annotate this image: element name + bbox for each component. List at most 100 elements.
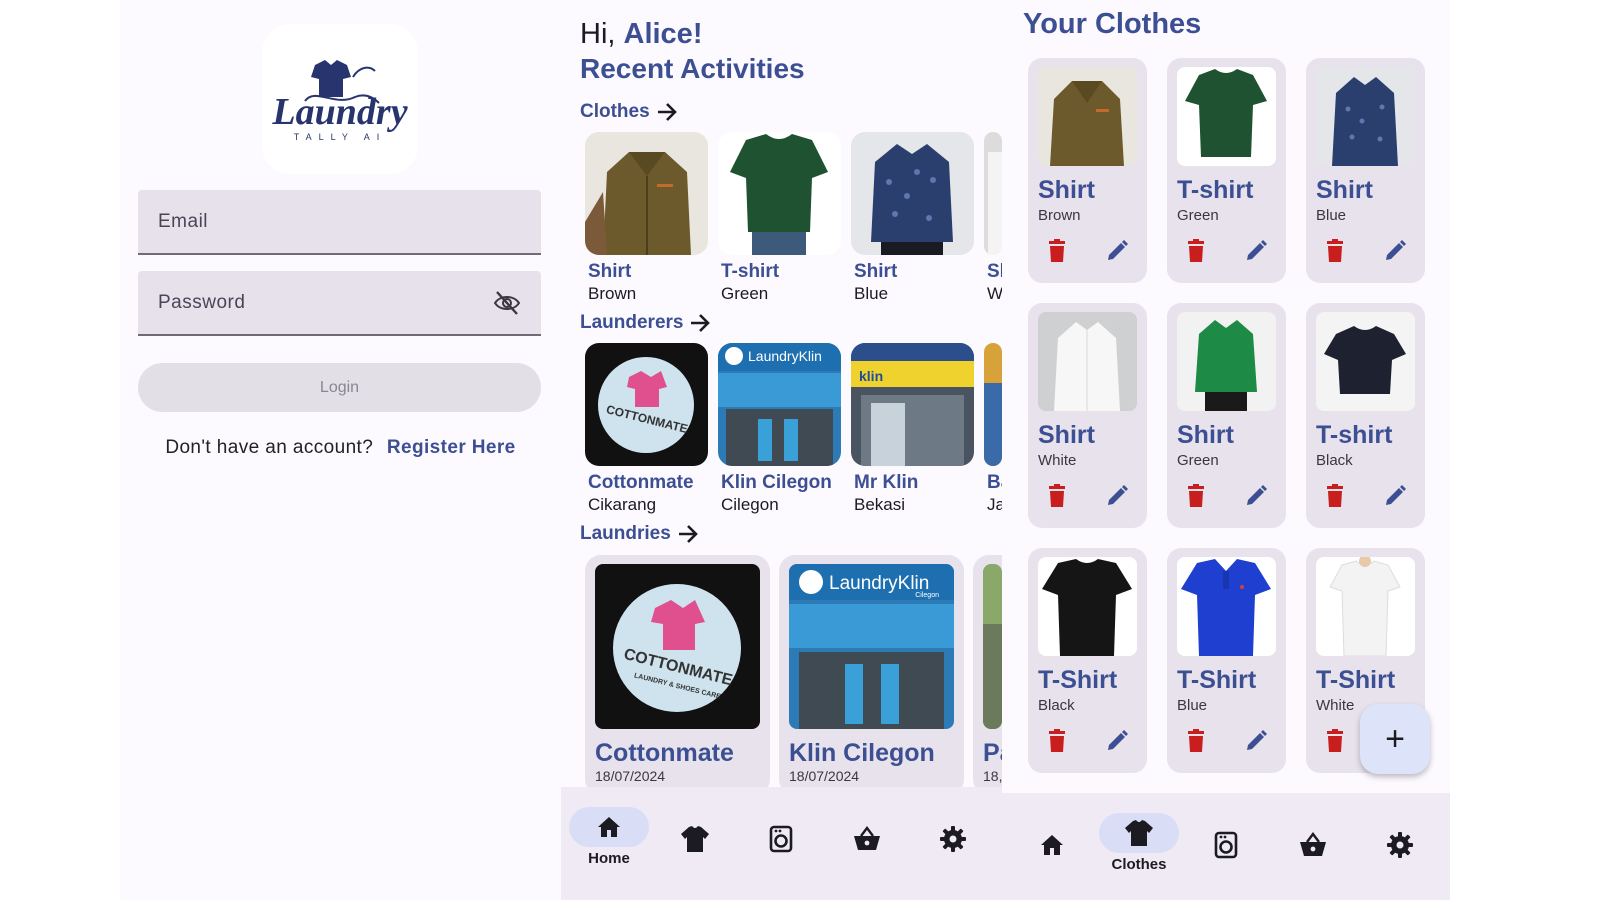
nav-clothes[interactable]: Clothes (1099, 793, 1179, 900)
clothes-card-3[interactable]: Shirt Blue (1306, 58, 1425, 283)
laundry-card-1[interactable]: COTTONMATE LAUNDRY & SHOES CARE Cottonmat… (585, 555, 770, 795)
nav-clothes-indicator (1099, 813, 1179, 853)
clothes-card-color-3: Blue (1316, 207, 1347, 224)
pencil-icon[interactable] (1105, 239, 1129, 268)
mrklin-sign-text: klin (859, 368, 883, 384)
clothes-card-5[interactable]: Shirt Green (1167, 303, 1286, 528)
clothes-card-name-5: Shirt (1177, 421, 1234, 449)
clothes-card-image-9 (1316, 557, 1415, 656)
nav-laundries[interactable] (1186, 793, 1266, 900)
trash-icon[interactable] (1186, 239, 1206, 268)
klin-cilegon-storefront-image: LaundryKlinCilegon (789, 564, 954, 729)
eye-off-icon[interactable] (493, 290, 521, 316)
black-tshirt-image (1316, 312, 1415, 411)
clothes-card-6[interactable]: T-shirt Black (1306, 303, 1425, 528)
white-shirt-image (1038, 312, 1137, 411)
clothes-card-name-3: Shirt (1316, 176, 1373, 204)
clothes-card-name-2: T-shirt (1177, 176, 1254, 204)
trash-icon[interactable] (1325, 729, 1345, 758)
launderer-thumb-2[interactable]: LaundryKlin (718, 343, 841, 466)
nav-settings-indicator (1360, 825, 1440, 865)
nav-clothes[interactable] (655, 787, 735, 900)
email-placeholder: Email (158, 210, 209, 232)
bottom-nav: Clothes (1002, 793, 1450, 900)
clothes-name-4: Sl (987, 261, 1002, 282)
password-field[interactable]: Password (138, 271, 541, 336)
launderer-name-3: Mr Klin (854, 472, 919, 493)
pencil-icon[interactable] (1244, 484, 1268, 513)
nav-settings[interactable] (1360, 793, 1440, 900)
nav-orders[interactable] (1273, 793, 1353, 900)
clothes-card-7[interactable]: T-Shirt Black (1028, 548, 1147, 773)
clothes-card-color-2: Green (1177, 207, 1219, 224)
pencil-icon[interactable] (1105, 484, 1129, 513)
trash-icon[interactable] (1325, 484, 1345, 513)
trash-icon[interactable] (1186, 729, 1206, 758)
clothes-card-8[interactable]: T-Shirt Blue (1167, 548, 1286, 773)
trash-icon[interactable] (1047, 484, 1067, 513)
launderers-section-link[interactable]: Launderers (580, 312, 711, 334)
launderer-city-4: Ja (987, 495, 1002, 514)
clothes-color-2: Green (721, 284, 769, 303)
washing-machine-icon (769, 825, 793, 853)
trash-icon[interactable] (1325, 239, 1345, 268)
clothes-card-image-2 (1177, 67, 1276, 166)
pencil-icon[interactable] (1244, 729, 1268, 758)
nav-home[interactable]: Home (569, 787, 649, 900)
trash-icon[interactable] (1047, 239, 1067, 268)
clothes-thumb-2[interactable] (718, 132, 841, 255)
launderer-thumb-4[interactable] (984, 343, 1002, 466)
klin-sign-text: LaundryKlin (829, 573, 929, 594)
pencil-icon[interactable] (1383, 239, 1407, 268)
laundries-section-link[interactable]: Laundries (580, 523, 699, 545)
blue-polo-image (1177, 557, 1276, 656)
clothes-section-link[interactable]: Clothes (580, 101, 678, 123)
pencil-icon[interactable] (1105, 729, 1129, 758)
laundry-card-3[interactable]: Pa 18, (973, 555, 1002, 795)
nav-home[interactable] (1012, 793, 1092, 900)
nav-clothes-indicator (655, 819, 735, 859)
nav-orders-indicator (1273, 825, 1353, 865)
klin-sign-text: LaundryKlin (748, 348, 822, 364)
clothes-card-4[interactable]: Shirt White (1028, 303, 1147, 528)
register-link[interactable]: Register Here (387, 437, 516, 458)
trash-icon[interactable] (1047, 729, 1067, 758)
add-clothes-button[interactable]: + (1360, 704, 1430, 774)
nav-laundries[interactable] (741, 787, 821, 900)
nav-home-indicator (569, 807, 649, 847)
white-tshirt-image (1316, 557, 1415, 656)
pencil-icon[interactable] (1244, 239, 1268, 268)
arrow-right-icon (657, 103, 677, 121)
clothes-card-2[interactable]: T-shirt Green (1167, 58, 1286, 283)
home-icon (598, 817, 620, 837)
launderer-thumb-1[interactable]: COTTONMATE (585, 343, 708, 466)
clothes-thumb-1[interactable] (585, 132, 708, 255)
blue-shirt-image (851, 132, 974, 255)
clothes-color-1: Brown (588, 284, 637, 303)
app-logo: Laundry TALLY AI (262, 24, 418, 174)
email-field[interactable]: Email (138, 190, 541, 255)
clothes-card-name-1: Shirt (1038, 176, 1095, 204)
nav-orders[interactable] (827, 787, 907, 900)
nav-laundries-indicator (741, 819, 821, 859)
pencil-icon[interactable] (1383, 484, 1407, 513)
clothes-screen: Your Clothes Shirt Brown T-shirt Green S… (1002, 0, 1450, 900)
trash-icon[interactable] (1186, 484, 1206, 513)
home-screen: Hi, Alice! Recent Activities Clothes Shi… (561, 0, 1002, 900)
laundry-image-3 (983, 564, 1002, 729)
basket-icon (1300, 832, 1326, 856)
clothes-thumb-3[interactable] (851, 132, 974, 255)
user-name: Alice! (623, 18, 703, 50)
home-icon (1041, 835, 1063, 855)
login-button[interactable]: Login (138, 363, 541, 412)
clothes-card-image-1 (1038, 67, 1137, 166)
clothes-thumb-4[interactable] (984, 132, 1002, 255)
klin-sign-subtext: Cilegon (915, 592, 939, 599)
clothes-card-1[interactable]: Shirt Brown (1028, 58, 1147, 283)
nav-settings[interactable] (913, 787, 993, 900)
launderer-thumb-3[interactable]: klin (851, 343, 974, 466)
launderers-section-label: Launderers (580, 312, 684, 333)
laundry-card-2[interactable]: LaundryKlin Cilegon Klin Cilegon 18/07/20… (779, 555, 964, 795)
register-row: Don't have an account? Register Here (120, 437, 561, 459)
arrow-right-icon (691, 314, 711, 332)
